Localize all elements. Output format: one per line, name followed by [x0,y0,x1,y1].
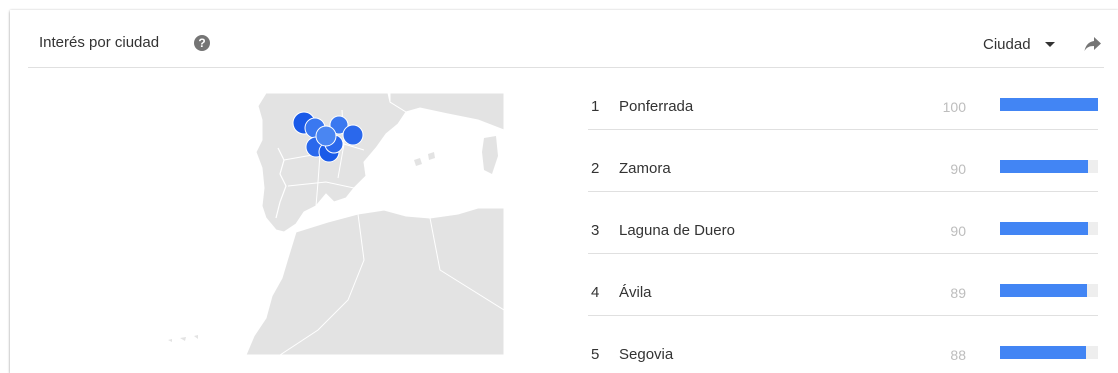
city-rank: 3 [591,222,600,239]
city-rank: 1 [591,98,600,115]
city-row[interactable]: 5 Segovia 88 [588,316,1098,373]
city-value: 88 [950,347,966,363]
city-name: Segovia [619,346,674,363]
city-name: Ávila [619,284,652,301]
city-list: 1 Ponferrada 100 2 Zamora 90 3 Laguna de… [588,68,1098,373]
city-value: 89 [950,285,966,301]
city-bar-fill [1000,284,1088,297]
city-row[interactable]: 1 Ponferrada 100 [588,68,1098,130]
city-bar-fill [1000,160,1089,173]
resolution-dropdown[interactable]: Ciudad [983,34,1055,54]
region-map[interactable] [158,90,504,355]
share-arrow-icon[interactable] [1084,36,1102,52]
card-header: Interés por ciudad ? Ciudad [28,10,1104,68]
city-row[interactable]: 3 Laguna de Duero 90 [588,192,1098,254]
city-bar-fill [1000,346,1087,359]
map-marker [342,124,364,146]
city-rank: 5 [591,346,600,363]
city-bar-track [1000,346,1098,359]
city-bar-fill [1000,222,1089,235]
interest-by-city-card: Interés por ciudad ? Ciudad 1 Ponferrada… [10,10,1118,373]
city-name: Laguna de Duero [619,222,735,239]
map-marker [315,125,337,147]
dropdown-label: Ciudad [983,35,1031,53]
city-name: Ponferrada [619,98,694,115]
city-bar-track [1000,284,1098,297]
city-rank: 2 [591,160,600,177]
city-row[interactable]: 4 Ávila 89 [588,254,1098,316]
city-row[interactable]: 2 Zamora 90 [588,130,1098,192]
card-title: Interés por ciudad [39,34,160,51]
city-name: Zamora [619,160,671,177]
city-bar-fill [1000,98,1098,111]
dropdown-arrow-icon [1044,41,1055,47]
city-bar-track [1000,98,1098,111]
city-value: 90 [950,161,966,177]
city-bar-track [1000,160,1098,173]
city-value: 90 [950,223,966,239]
city-rank: 4 [591,284,600,301]
city-bar-track [1000,222,1098,235]
city-value: 100 [942,99,966,115]
help-circle-icon[interactable]: ? [194,35,210,51]
